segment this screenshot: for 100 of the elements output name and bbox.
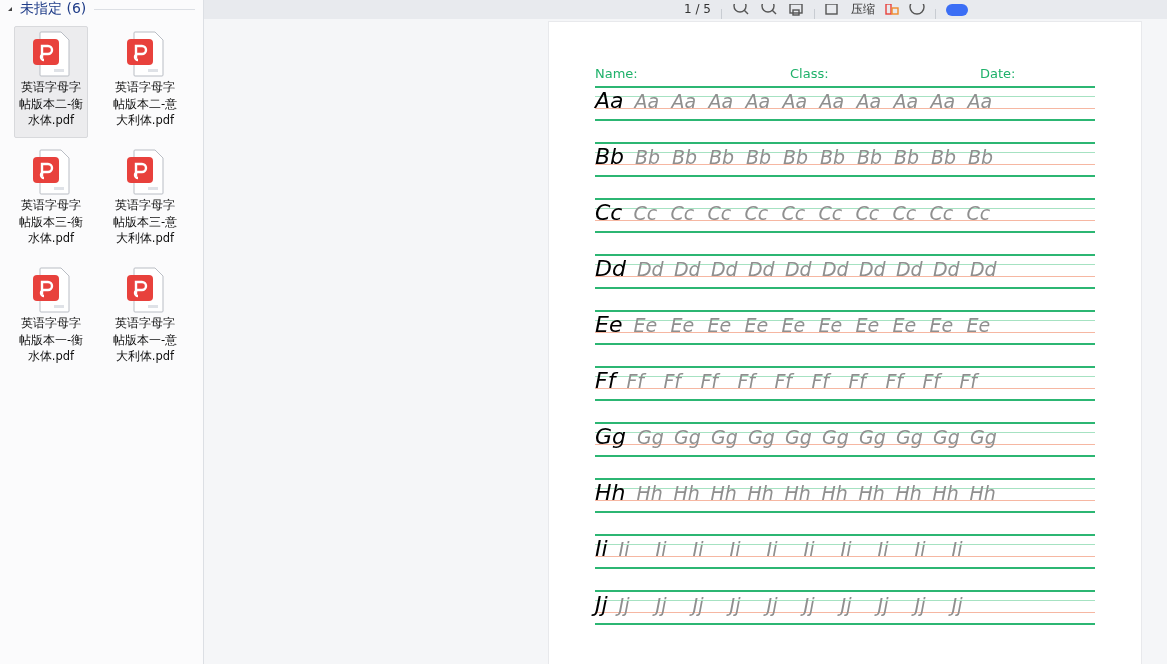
tracing-letters: Ee: [707, 313, 733, 338]
tracing-letters: Aa: [967, 89, 994, 114]
header-label: Date:: [980, 66, 1016, 83]
file-item[interactable]: 英语字母字帖版本一-衡水体.pdf: [14, 262, 88, 374]
tracing-letters: Aa: [893, 89, 920, 114]
file-item[interactable]: 英语字母字帖版本三-衡水体.pdf: [14, 144, 88, 256]
tracing-letters: Ii: [803, 537, 816, 562]
tracing-letters: Bb: [709, 145, 736, 170]
tracing-letters: Gg: [933, 425, 961, 450]
tracing-letters: Ii: [951, 537, 964, 562]
tracing-letters: Hh: [636, 481, 664, 506]
tracing-letters: Cc: [744, 201, 770, 226]
tracing-letters: Hh: [747, 481, 775, 506]
tracing-letters: Cc: [633, 201, 659, 226]
tracing-letters: Bb: [857, 145, 884, 170]
tracing-letters: Dd: [784, 257, 813, 282]
tracing-letters: Dd: [932, 257, 961, 282]
file-item[interactable]: 英语字母字帖版本二-衡水体.pdf: [14, 26, 88, 138]
tracing-letters: Dd: [858, 257, 887, 282]
tracing-letters: Ee: [633, 313, 659, 338]
file-item[interactable]: 英语字母字帖版本一-意大利体.pdf: [108, 262, 182, 374]
pdf-file-icon: [32, 149, 70, 195]
tracing-letters: Dd: [821, 257, 850, 282]
pdf-file-icon: [32, 267, 70, 313]
model-letters: Ee: [595, 311, 623, 339]
tracing-letters: Hh: [821, 481, 849, 506]
pdf-file-icon: [126, 267, 164, 313]
tracing-letters: Dd: [710, 257, 739, 282]
tracing-letters: Hh: [673, 481, 701, 506]
tracing-letters: Ff: [700, 369, 722, 394]
tracing-letters: Cc: [929, 201, 955, 226]
model-letters: Gg: [595, 423, 626, 451]
tracing-letters: Gg: [785, 425, 813, 450]
tracing-letters: Ee: [670, 313, 696, 338]
tracing-letters: Dd: [747, 257, 776, 282]
tracing-letters: Ff: [885, 369, 907, 394]
tracing-letters: Hh: [969, 481, 997, 506]
tracing-letters: Ee: [929, 313, 955, 338]
tracing-letters: Ii: [692, 537, 705, 562]
tracing-letters: Hh: [932, 481, 960, 506]
tracing-letters: Bb: [783, 145, 810, 170]
tracing-letters: Ee: [781, 313, 807, 338]
tracing-letters: Gg: [674, 425, 702, 450]
tracing-letters: Cc: [781, 201, 807, 226]
pdf-file-icon: [32, 31, 70, 77]
tracing-letters: Gg: [970, 425, 998, 450]
tracing-letters: Aa: [819, 89, 846, 114]
tracing-letters: Gg: [896, 425, 924, 450]
print-icon[interactable]: [787, 4, 804, 16]
tracing-letters: Bb: [635, 145, 662, 170]
tracing-letters: Cc: [892, 201, 918, 226]
tracing-letters: Cc: [670, 201, 696, 226]
grid-icon[interactable]: [884, 4, 899, 16]
tracing-letters: Aa: [708, 89, 735, 114]
model-letters: Bb: [595, 143, 625, 171]
tracing-letters: Ff: [848, 369, 870, 394]
compress-button[interactable]: 压缩: [850, 2, 875, 16]
tracing-letters: Dd: [673, 257, 702, 282]
model-letters: Dd: [595, 255, 626, 283]
tracing-letters: Hh: [710, 481, 738, 506]
pdf-file-icon: [126, 31, 164, 77]
collapse-icon[interactable]: [8, 7, 12, 11]
tracing-letters: Bb: [931, 145, 958, 170]
file-item[interactable]: 英语字母字帖版本二-意大利体.pdf: [108, 26, 182, 138]
tracing-letters: Hh: [784, 481, 812, 506]
model-letters: Aa: [595, 87, 624, 115]
tracing-letters: Bb: [820, 145, 847, 170]
header-label: Name:: [595, 66, 639, 83]
tracing-letters: Dd: [895, 257, 924, 282]
tracing-letters: Ff: [922, 369, 944, 394]
tracing-letters: Aa: [930, 89, 957, 114]
tracing-letters: Aa: [634, 89, 661, 114]
tracing-letters: Gg: [748, 425, 776, 450]
tracing-letters: Ii: [766, 537, 779, 562]
tracing-letters: Ii: [877, 537, 890, 562]
model-letters: Ii: [595, 535, 608, 563]
tracing-letters: Ii: [914, 537, 927, 562]
tracing-letters: Bb: [968, 145, 995, 170]
pdf-file-icon: [126, 149, 164, 195]
tracing-letters: Aa: [782, 89, 809, 114]
file-item[interactable]: 英语字母字帖版本三-意大利体.pdf: [108, 144, 182, 256]
tracing-letters: Ee: [892, 313, 918, 338]
group-title: 未指定 (6): [20, 0, 87, 18]
tracing-letters: Bb: [746, 145, 773, 170]
tracing-letters: Ff: [811, 369, 833, 394]
tracing-letters: Aa: [856, 89, 883, 114]
tracing-letters: Dd: [636, 257, 665, 282]
tracing-letters: Ii: [729, 537, 742, 562]
tracing-letters: Gg: [822, 425, 850, 450]
tracing-letters: Ff: [663, 369, 685, 394]
tracing-letters: Ii: [840, 537, 853, 562]
tracing-letters: Gg: [637, 425, 665, 450]
model-letters: Hh: [595, 479, 626, 507]
tracing-letters: Ee: [855, 313, 881, 338]
tracing-letters: Bb: [672, 145, 699, 170]
tracing-letters: Ee: [744, 313, 770, 338]
tracing-letters: Dd: [969, 257, 998, 282]
toggle-switch[interactable]: [945, 4, 968, 16]
model-letters: Cc: [595, 199, 623, 227]
tracing-letters: Bb: [894, 145, 921, 170]
